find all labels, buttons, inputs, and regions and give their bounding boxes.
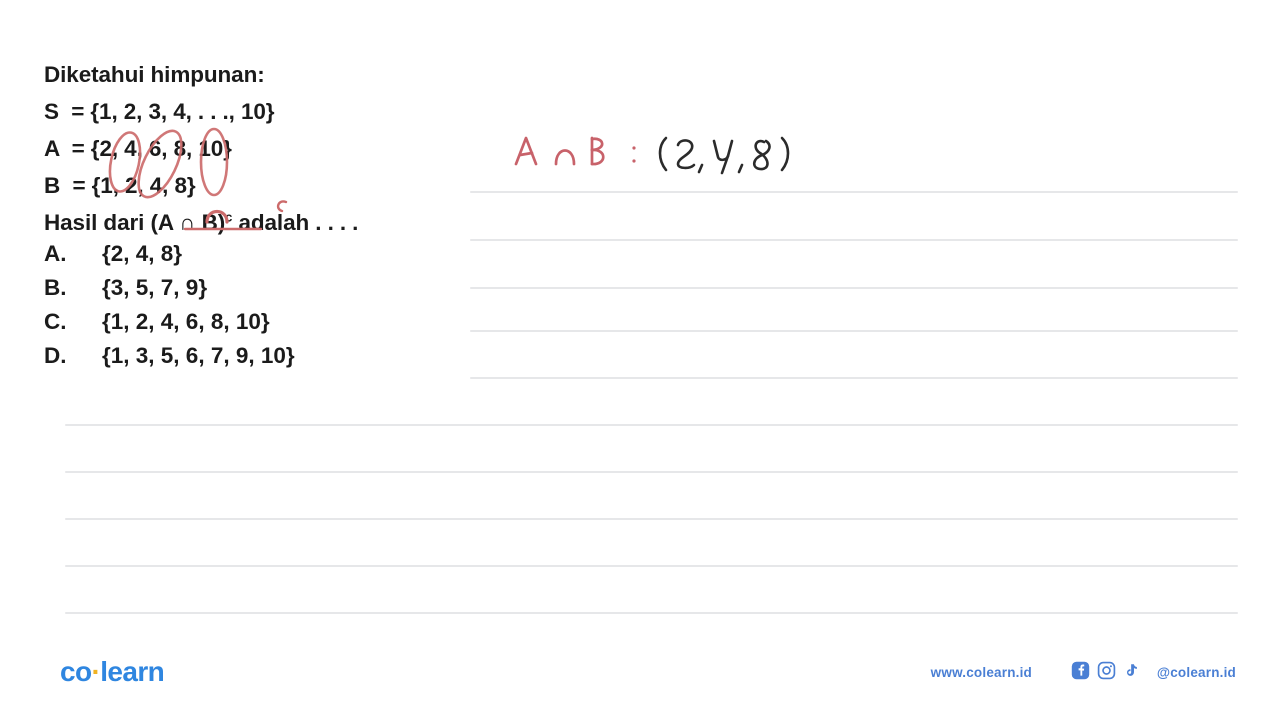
logo-text-left: co (60, 656, 92, 687)
given-set-s: S = {1, 2, 3, 4, . . ., 10} (44, 99, 275, 124)
rule-line (65, 565, 1238, 567)
rule-line (470, 239, 1238, 241)
rule-line (65, 424, 1238, 426)
instagram-icon[interactable] (1097, 661, 1116, 680)
logo-dot: · (91, 656, 101, 687)
rule-line (470, 330, 1238, 332)
answer-options: A. {2, 4, 8} B. {3, 5, 7, 9} C. {1, 2, 4… (44, 237, 474, 373)
facebook-icon[interactable] (1071, 661, 1090, 680)
option-key: D. (44, 343, 67, 368)
option-key: C. (44, 309, 67, 334)
handwritten-result-set (658, 136, 790, 175)
option-key: B. (44, 275, 67, 300)
question-block: Diketahui himpunan: S = {1, 2, 3, 4, . .… (44, 56, 474, 241)
question-prefix: Hasil dari (A ∩ B) (44, 210, 226, 235)
tiktok-icon[interactable] (1123, 661, 1140, 680)
option-row[interactable]: C. {1, 2, 4, 6, 8, 10} (44, 305, 474, 339)
website-url[interactable]: www.colearn.id (931, 665, 1032, 680)
given-set-a: A = {2, 4, 6, 8, 10} (44, 136, 232, 161)
rule-line (470, 191, 1238, 193)
colearn-logo: co·learn (60, 656, 165, 688)
option-value: {1, 2, 4, 6, 8, 10} (102, 309, 270, 334)
question-heading: Diketahui himpunan: (44, 62, 265, 87)
option-value: {3, 5, 7, 9} (102, 275, 208, 300)
option-value: {1, 3, 5, 6, 7, 9, 10} (102, 343, 295, 368)
option-row[interactable]: A. {2, 4, 8} (44, 237, 474, 271)
option-row[interactable]: D. {1, 3, 5, 6, 7, 9, 10} (44, 339, 474, 373)
social-icons (1071, 661, 1140, 680)
rule-line (65, 612, 1238, 614)
rule-line (65, 518, 1238, 520)
option-key: A. (44, 241, 67, 266)
option-row[interactable]: B. {3, 5, 7, 9} (44, 271, 474, 305)
social-handle[interactable]: @colearn.id (1157, 665, 1236, 680)
given-set-b: B = {1, 2, 4, 8} (44, 173, 196, 198)
question-statement: Hasil dari (A ∩ B)c adalah . . . . (44, 204, 474, 241)
option-value: {2, 4, 8} (102, 241, 183, 266)
handwritten-a-inter-b (514, 136, 636, 166)
rule-line (65, 471, 1238, 473)
rule-line (470, 377, 1238, 379)
worksheet-page: Diketahui himpunan: S = {1, 2, 3, 4, . .… (0, 0, 1280, 720)
question-suffix: adalah . . . . (232, 210, 359, 235)
logo-text-right: learn (100, 656, 165, 687)
rule-line (470, 287, 1238, 289)
